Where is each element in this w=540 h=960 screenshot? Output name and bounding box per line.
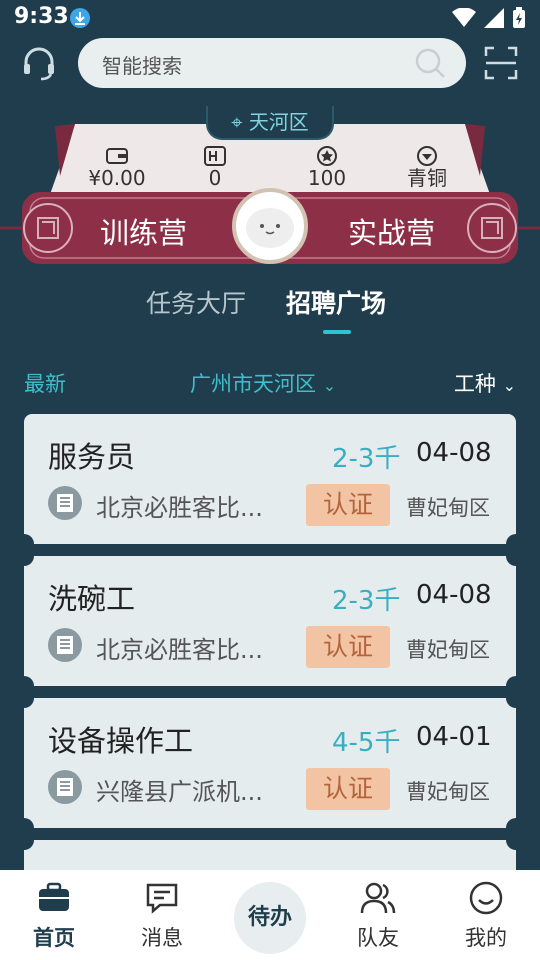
job-company: 北京必胜客比...: [96, 494, 263, 522]
combat-camp-button[interactable]: 实战营: [348, 210, 435, 252]
district-label: 天河区: [248, 110, 309, 134]
stat-balance-value: ¥0.00: [88, 166, 146, 190]
customer-service-button[interactable]: [20, 44, 58, 82]
job-title: 设备操作工: [48, 724, 194, 758]
search-input[interactable]: 智能搜索: [78, 38, 466, 88]
nav-messages[interactable]: 消息: [112, 870, 212, 960]
stat-points[interactable]: 100: [282, 146, 372, 190]
tab-recruitment[interactable]: 招聘广场: [286, 284, 386, 320]
sort-latest[interactable]: 最新: [24, 368, 66, 398]
briefcase-icon: [39, 882, 69, 911]
stat-rank[interactable]: 青铜: [382, 146, 472, 190]
certified-badge: 认证: [306, 484, 390, 526]
bottom-nav: 首页 消息 待办 队友 我的: [0, 870, 540, 960]
job-salary: 2-3千: [332, 586, 401, 616]
job-card[interactable]: 设备操作工 4-5千 04-01 兴隆县广派机... 认证 曹妃甸区: [14, 688, 526, 838]
job-type-label: 工种: [453, 372, 496, 396]
training-camp-button[interactable]: 训练营: [100, 210, 187, 252]
search-icon[interactable]: [414, 47, 446, 79]
area-filter-label: 广州市天河区: [190, 372, 316, 396]
job-card[interactable]: 洗碗工 2-3千 04-08 北京必胜客比... 认证 曹妃甸区: [14, 546, 526, 696]
wallet-icon: [106, 148, 128, 164]
card-notch: [14, 688, 34, 708]
profile-icon: [469, 881, 503, 915]
certified-badge: 认证: [306, 768, 390, 810]
company-icon: [48, 486, 82, 520]
star-icon: [317, 146, 337, 166]
stat-points-value: 100: [307, 166, 347, 190]
job-date: 04-01: [416, 722, 492, 752]
area-filter[interactable]: 广州市天河区 ⌄: [190, 368, 336, 398]
chevron-down-icon: ⌄: [502, 376, 516, 395]
job-salary: 2-3千: [332, 444, 401, 474]
search-placeholder: 智能搜索: [102, 54, 182, 78]
nav-home[interactable]: 首页: [4, 870, 104, 960]
stat-rank-value: 青铜: [407, 166, 447, 190]
company-icon: [48, 628, 82, 662]
nav-todo[interactable]: 待办: [234, 882, 306, 954]
job-company: 兴隆县广派机...: [96, 778, 263, 806]
mascot-icon: [246, 208, 294, 248]
job-company: 北京必胜客比...: [96, 636, 263, 664]
users-icon: [360, 882, 396, 914]
message-icon: [146, 883, 178, 914]
user-stats: ¥0.00 0 100 青铜: [60, 146, 480, 194]
card-notch: [506, 830, 526, 850]
stat-balance[interactable]: ¥0.00: [72, 146, 162, 190]
nav-home-label: 首页: [33, 926, 75, 950]
mascot-avatar[interactable]: [232, 188, 308, 264]
card-notch: [506, 688, 526, 708]
wifi-icon: [452, 8, 476, 27]
tab-bar: 任务大厅 招聘广场: [0, 282, 540, 338]
tab-task-hall[interactable]: 任务大厅: [146, 284, 246, 320]
headset-icon: [24, 47, 54, 81]
download-icon: [70, 8, 90, 28]
job-date: 04-08: [416, 438, 492, 468]
job-title: 洗碗工: [48, 582, 136, 616]
job-card[interactable]: 服务员 2-3千 04-08 北京必胜客比... 认证 曹妃甸区: [14, 414, 526, 554]
location-pin-icon: ⌖: [231, 110, 243, 134]
job-area: 曹妃甸区: [406, 638, 490, 662]
card-notch: [14, 830, 34, 850]
job-salary: 4-5千: [332, 728, 401, 758]
card-notch: [506, 546, 526, 566]
nav-profile-label: 我的: [465, 926, 507, 950]
stat-coins[interactable]: 0: [170, 146, 260, 190]
job-type-filter[interactable]: 工种 ⌄: [454, 368, 516, 398]
battery-icon: [513, 7, 525, 28]
nav-teammates[interactable]: 队友: [328, 870, 428, 960]
nav-profile[interactable]: 我的: [436, 870, 536, 960]
certified-badge: 认证: [306, 626, 390, 668]
h-coin-icon: [204, 146, 226, 166]
active-tab-indicator: [323, 330, 351, 334]
nav-messages-label: 消息: [141, 926, 183, 950]
rank-icon: [417, 146, 437, 166]
signal-icon: [484, 8, 504, 28]
company-icon: [48, 770, 82, 804]
status-time: 9:33: [14, 4, 69, 29]
job-area: 曹妃甸区: [406, 780, 490, 804]
card-notch: [14, 546, 34, 566]
scan-icon: [484, 46, 518, 80]
job-title: 服务员: [48, 440, 136, 474]
chevron-down-icon: ⌄: [322, 376, 337, 395]
job-area: 曹妃甸区: [406, 496, 490, 520]
scan-button[interactable]: [484, 46, 518, 80]
job-date: 04-08: [416, 580, 492, 610]
district-selector[interactable]: ⌖ 天河区: [206, 106, 334, 140]
stat-coins-value: 0: [208, 166, 222, 190]
status-bar: 9:33: [0, 0, 540, 36]
nav-teammates-label: 队友: [357, 926, 399, 950]
